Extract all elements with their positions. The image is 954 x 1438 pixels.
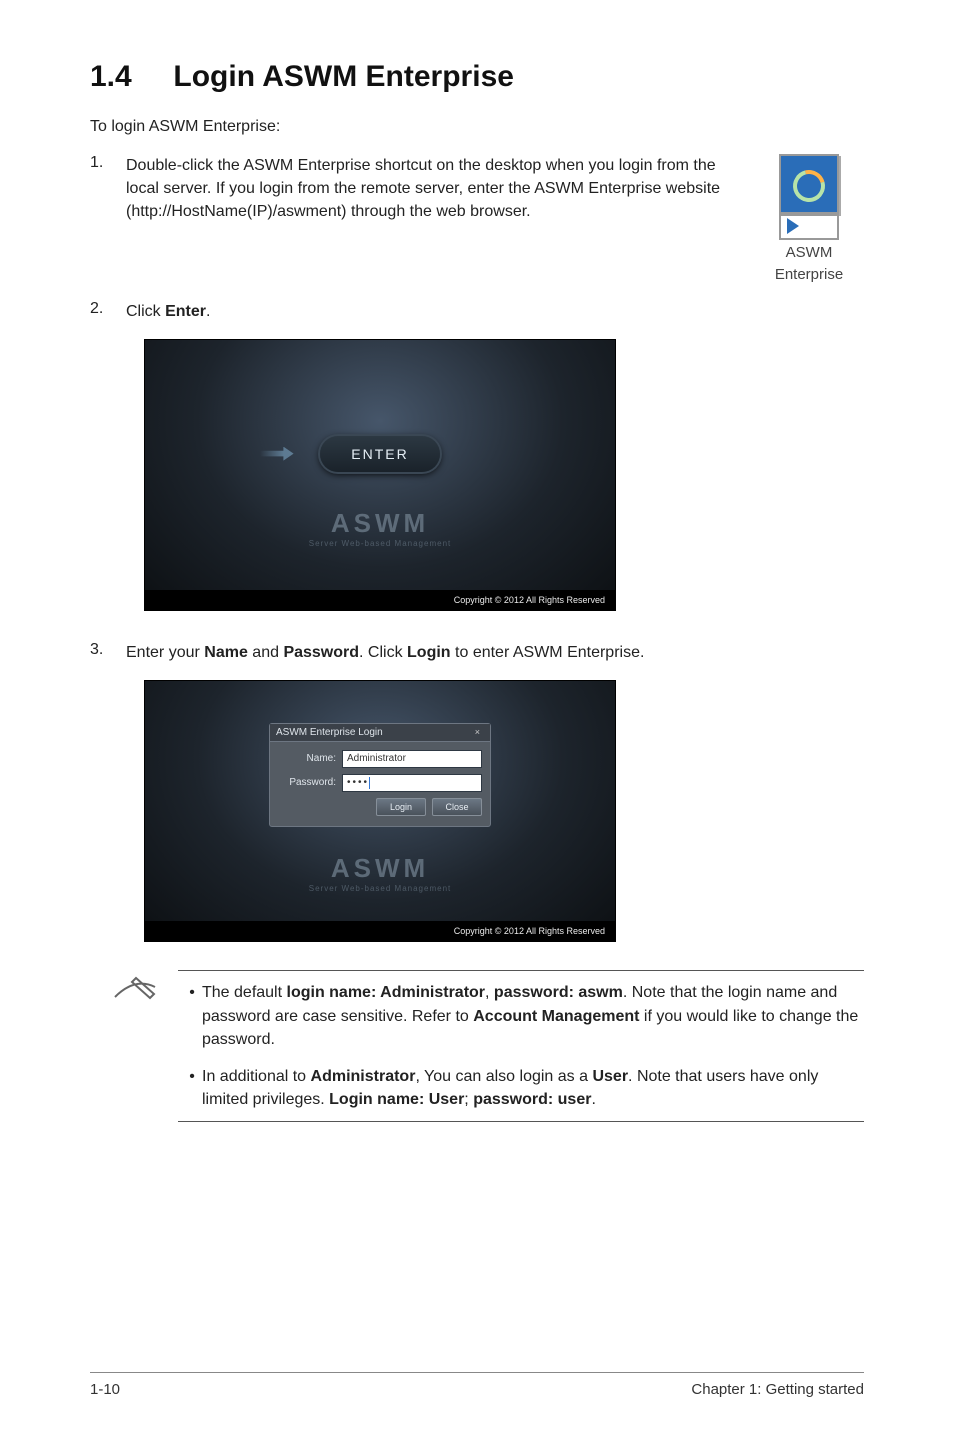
login-button[interactable]: Login bbox=[376, 798, 426, 816]
page: 1.4 Login ASWM Enterprise To login ASWM … bbox=[0, 0, 954, 1438]
screenshot-bg bbox=[145, 340, 615, 610]
n1d: password: aswm bbox=[494, 984, 623, 1001]
intro-text: To login ASWM Enterprise: bbox=[90, 118, 864, 136]
chapter-label: Chapter 1: Getting started bbox=[691, 1381, 864, 1398]
icon-label-line1: ASWM bbox=[754, 244, 864, 262]
s3g: to enter ASWM Enterprise. bbox=[451, 644, 645, 661]
login-body: Name: Administrator Password: •••• Login… bbox=[270, 742, 490, 826]
shortcut-arrow-icon bbox=[779, 214, 839, 240]
page-footer: 1-10 Chapter 1: Getting started bbox=[90, 1372, 864, 1398]
password-input[interactable]: •••• bbox=[342, 774, 482, 792]
close-button[interactable]: Close bbox=[432, 798, 482, 816]
s3e: . Click bbox=[359, 644, 407, 661]
aswm-logo-text: ASWM bbox=[309, 508, 451, 539]
note-content: • The default login name: Administrator,… bbox=[178, 970, 864, 1122]
desktop-shortcut-block: ASWM Enterprise bbox=[754, 154, 864, 284]
step-2-text: Click Enter. bbox=[126, 300, 864, 323]
password-label: Password: bbox=[278, 777, 342, 788]
aswm-logo-sub: Server Web-based Management bbox=[309, 539, 451, 548]
step2-bold: Enter bbox=[165, 303, 206, 320]
step-1-number: 1. bbox=[90, 154, 126, 172]
s3b: Name bbox=[204, 644, 248, 661]
login-screenshot: ASWM Enterprise Login × Name: Administra… bbox=[144, 680, 616, 942]
n1b: login name: Administrator bbox=[287, 984, 486, 1001]
aswm-logo2-text: ASWM bbox=[309, 853, 451, 884]
note-2: • In additional to Administrator, You ca… bbox=[182, 1065, 860, 1111]
n2i: . bbox=[591, 1091, 595, 1108]
note-2-text: In additional to Administrator, You can … bbox=[202, 1065, 860, 1111]
name-row: Name: Administrator bbox=[278, 750, 482, 768]
aswm-enterprise-icon[interactable] bbox=[779, 154, 839, 214]
note-1-text: The default login name: Administrator, p… bbox=[202, 981, 860, 1051]
pencil-note-icon bbox=[110, 970, 178, 1007]
login-dialog: ASWM Enterprise Login × Name: Administra… bbox=[269, 723, 491, 827]
step-3-number: 3. bbox=[90, 641, 126, 659]
copyright-bar-2: Copyright © 2012 All Rights Reserved bbox=[145, 921, 615, 941]
login-buttons-row: Login Close bbox=[278, 798, 482, 816]
aswm-logo2-sub: Server Web-based Management bbox=[309, 884, 451, 893]
name-input[interactable]: Administrator bbox=[342, 750, 482, 768]
enter-screenshot: ENTER ASWM Server Web-based Management C… bbox=[144, 339, 616, 611]
bullet-dot: • bbox=[182, 981, 202, 1051]
n2g: ; bbox=[464, 1091, 473, 1108]
section-title: 1.4 Login ASWM Enterprise bbox=[90, 60, 864, 94]
enter-button[interactable]: ENTER bbox=[320, 436, 440, 472]
step2-part-c: . bbox=[206, 303, 210, 320]
close-icon[interactable]: × bbox=[471, 727, 484, 737]
n2a: In additional to bbox=[202, 1068, 311, 1085]
step-2-number: 2. bbox=[90, 300, 126, 318]
step-2: 2. Click Enter. bbox=[90, 300, 864, 323]
n2b: Administrator bbox=[311, 1068, 416, 1085]
s3d: Password bbox=[283, 644, 359, 661]
password-row: Password: •••• bbox=[278, 774, 482, 792]
login-dialog-titlebar: ASWM Enterprise Login × bbox=[270, 724, 490, 742]
aswm-logo-block: ASWM Server Web-based Management bbox=[309, 508, 451, 548]
s3a: Enter your bbox=[126, 644, 204, 661]
name-value: Administrator bbox=[347, 753, 406, 764]
login-dialog-title: ASWM Enterprise Login bbox=[276, 727, 383, 738]
copyright-bar: Copyright © 2012 All Rights Reserved bbox=[145, 590, 615, 610]
n2c: , You can also login as a bbox=[415, 1068, 592, 1085]
name-label: Name: bbox=[278, 753, 342, 764]
bullet-dot-2: • bbox=[182, 1065, 202, 1111]
note-1: • The default login name: Administrator,… bbox=[182, 981, 860, 1051]
n2h: password: user bbox=[473, 1091, 591, 1108]
icon-label-line2: Enterprise bbox=[754, 266, 864, 284]
step-3: 3. Enter your Name and Password. Click L… bbox=[90, 641, 864, 664]
password-value: •••• bbox=[347, 777, 369, 788]
n1f: Account Management bbox=[473, 1008, 639, 1025]
n1c: , bbox=[485, 984, 494, 1001]
step2-part-a: Click bbox=[126, 303, 165, 320]
step-1: 1. Double-click the ASWM Enterprise shor… bbox=[90, 154, 864, 284]
n2f: Login name: User bbox=[329, 1091, 464, 1108]
step-3-text: Enter your Name and Password. Click Logi… bbox=[126, 641, 864, 664]
aswm-logo2-block: ASWM Server Web-based Management bbox=[309, 853, 451, 893]
caret-icon bbox=[369, 777, 370, 789]
s3f: Login bbox=[407, 644, 451, 661]
note-block: • The default login name: Administrator,… bbox=[110, 970, 864, 1122]
n2d: User bbox=[592, 1068, 628, 1085]
s3c: and bbox=[248, 644, 284, 661]
step-1-text: Double-click the ASWM Enterprise shortcu… bbox=[126, 154, 742, 224]
page-number: 1-10 bbox=[90, 1381, 120, 1398]
n1a: The default bbox=[202, 984, 287, 1001]
